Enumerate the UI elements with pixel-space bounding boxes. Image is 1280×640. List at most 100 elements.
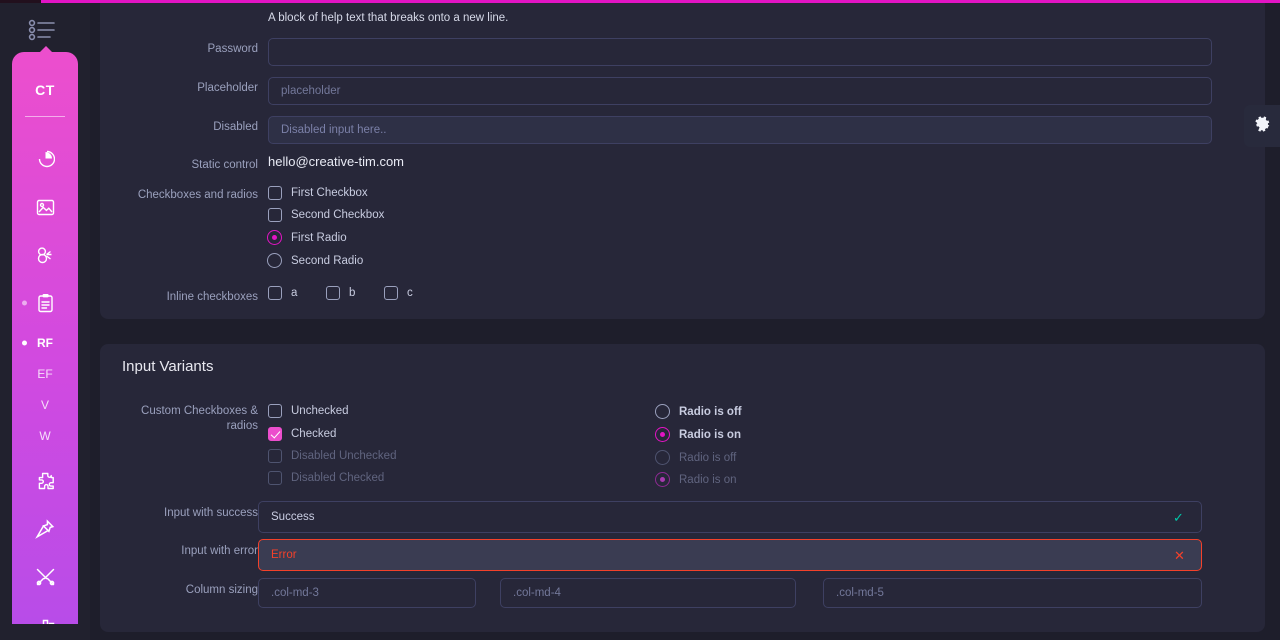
checkbox-box[interactable] <box>268 286 282 300</box>
sidebar-item-pinned[interactable] <box>12 505 78 553</box>
sidebar-panel: CT RF EF V W <box>12 52 78 624</box>
sidebar-item-w[interactable]: W <box>12 420 78 451</box>
brand-divider <box>25 116 65 117</box>
puzzle-icon <box>35 471 56 491</box>
image-icon <box>36 198 55 217</box>
checkbox-label: Disabled Unchecked <box>291 450 397 462</box>
sidebar-item-ef[interactable]: EF <box>12 358 78 389</box>
main-content: A block of help text that breaks onto a … <box>90 0 1280 640</box>
checkbox-box[interactable] <box>268 186 282 200</box>
nav-bullet-active <box>22 340 27 345</box>
inline-checkboxes-label: Inline checkboxes <box>166 291 258 303</box>
column-input-md3[interactable] <box>258 578 476 608</box>
radio-label: Radio is on <box>679 473 737 486</box>
sidebar-item-images[interactable] <box>12 183 78 231</box>
checkbox-label: Unchecked <box>291 405 349 417</box>
sidebar-item-forms[interactable] <box>12 279 78 327</box>
radio-label: Radio is off <box>679 405 742 418</box>
input-error-label: Input with error <box>181 545 258 557</box>
sidebar-item-statistics[interactable] <box>12 601 78 624</box>
radio-circle[interactable] <box>267 230 282 245</box>
clipboard-icon <box>37 293 54 313</box>
pin-icon <box>35 519 55 539</box>
checkbox-label: First Checkbox <box>291 187 368 199</box>
radio-first[interactable]: First Radio <box>267 230 347 245</box>
checkbox-box-disabled <box>268 449 282 463</box>
left-rail: CT RF EF V W <box>0 0 90 640</box>
inline-checkbox-b[interactable]: b <box>326 286 355 300</box>
tools-icon <box>35 567 56 587</box>
placeholder-input[interactable] <box>268 77 1212 105</box>
form-elements-card: A block of help text that breaks onto a … <box>100 0 1265 319</box>
radio-circle-disabled-selected <box>655 472 670 487</box>
checkbox-box[interactable] <box>268 404 282 418</box>
column-input-md4[interactable] <box>500 578 796 608</box>
custom-checkbox-checked[interactable]: Checked <box>268 427 336 441</box>
sidebar-item-rf[interactable]: RF <box>12 327 78 358</box>
radio-circle-selected[interactable] <box>655 427 670 442</box>
checkbox-label: a <box>291 287 298 299</box>
disabled-label: Disabled <box>213 121 258 133</box>
radio-label: Second Radio <box>291 254 364 267</box>
nav-bullet <box>22 300 27 306</box>
inline-checkbox-a[interactable]: a <box>268 286 297 300</box>
static-control-value: hello@creative-tim.com <box>268 154 405 169</box>
sidebar-item-label: RF <box>37 335 53 350</box>
radio-circle[interactable] <box>267 253 282 268</box>
custom-checkbox-disabled-checked: Disabled Checked <box>268 471 384 485</box>
molecule-icon <box>35 245 56 265</box>
placeholder-label: Placeholder <box>197 82 258 94</box>
sidebar-item-components[interactable] <box>12 231 78 279</box>
checkbox-label: c <box>407 287 413 299</box>
checkbox-label: b <box>349 287 356 299</box>
radio-second[interactable]: Second Radio <box>267 253 363 268</box>
column-input-md5[interactable] <box>823 578 1202 608</box>
checkbox-label: Disabled Checked <box>291 472 385 484</box>
checkbox-first[interactable]: First Checkbox <box>268 186 368 200</box>
custom-radio-disabled-off: Radio is off <box>655 450 736 465</box>
input-success-label: Input with success <box>164 507 258 519</box>
checkbox-label: Second Checkbox <box>291 209 385 221</box>
sidebar-item-charts[interactable] <box>12 135 78 183</box>
input-error[interactable] <box>258 539 1202 571</box>
radio-label: First Radio <box>291 231 347 244</box>
custom-label-line2: radios <box>226 420 258 432</box>
pie-chart-icon <box>35 149 55 169</box>
checkbox-box-checked[interactable] <box>268 427 282 441</box>
list-menu-icon[interactable] <box>26 18 64 42</box>
radio-circle-disabled <box>655 450 670 465</box>
radio-circle[interactable] <box>655 404 670 419</box>
checkbox-box-disabled <box>268 471 282 485</box>
custom-radio-on[interactable]: Radio is on <box>655 427 741 442</box>
progress-bar-left-cap <box>0 0 41 3</box>
sidebar-item-v[interactable]: V <box>12 389 78 420</box>
checkbox-box[interactable] <box>268 208 282 222</box>
password-label: Password <box>207 43 259 55</box>
brand-logo[interactable]: CT <box>12 82 78 98</box>
input-variants-card: Input Variants Custom Checkboxes & radio… <box>100 344 1265 632</box>
page-load-progress-bar <box>0 0 1280 3</box>
column-sizing-label: Column sizing <box>185 584 258 596</box>
custom-checkbox-unchecked[interactable]: Unchecked <box>268 404 349 418</box>
custom-radio-disabled-on: Radio is on <box>655 472 737 487</box>
radio-label: Radio is on <box>679 428 741 441</box>
checkbox-box[interactable] <box>384 286 398 300</box>
checkboxes-radios-label: Checkboxes and radios <box>137 189 258 201</box>
custom-radio-off[interactable]: Radio is off <box>655 404 742 419</box>
inline-checkbox-c[interactable]: c <box>384 286 413 300</box>
sidebar-item-utilities[interactable] <box>12 553 78 601</box>
static-control-label: Static control <box>191 159 258 171</box>
custom-checkboxes-label: Custom Checkboxes & radios <box>118 404 258 434</box>
page-title: Input Variants <box>122 358 214 375</box>
password-input[interactable] <box>268 38 1212 66</box>
sidebar-item-label: W <box>39 428 51 443</box>
disabled-input <box>268 116 1212 144</box>
checkbox-label: Checked <box>291 428 337 440</box>
settings-button[interactable] <box>1244 105 1280 147</box>
checkbox-second[interactable]: Second Checkbox <box>268 208 384 222</box>
checkbox-box[interactable] <box>326 286 340 300</box>
custom-label-line1: Custom Checkboxes & <box>141 405 258 417</box>
help-text: A block of help text that breaks onto a … <box>268 12 509 24</box>
sidebar-item-plugins[interactable] <box>12 457 78 505</box>
input-success[interactable] <box>258 501 1202 533</box>
